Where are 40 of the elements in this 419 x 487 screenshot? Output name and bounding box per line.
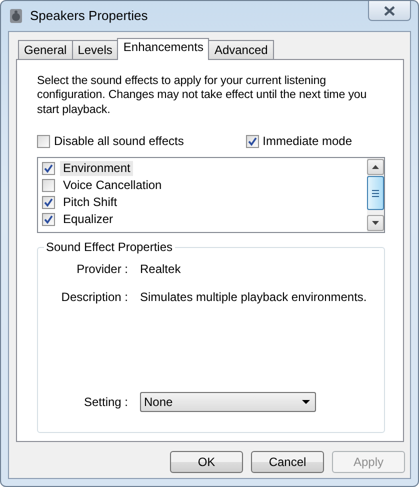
tab[interactable]: General bbox=[18, 40, 73, 59]
tab[interactable]: Advanced bbox=[208, 40, 274, 59]
checkbox[interactable] bbox=[42, 162, 55, 176]
effects-list[interactable]: Environment Voice Cancellation Pitch Shift Equalizer bbox=[37, 157, 385, 234]
down-arrow-icon bbox=[372, 221, 379, 226]
list-item[interactable]: Equalizer bbox=[60, 212, 116, 228]
checkbox[interactable] bbox=[42, 213, 55, 226]
checkbox[interactable] bbox=[42, 196, 55, 210]
checkbox[interactable] bbox=[42, 179, 55, 192]
close-button[interactable] bbox=[368, 1, 411, 21]
dropdown-arrow-icon bbox=[302, 400, 310, 404]
tab[interactable]: Levels bbox=[72, 40, 118, 59]
window-title: Speakers Properties bbox=[30, 8, 148, 24]
close-icon bbox=[384, 6, 395, 16]
checkbox[interactable] bbox=[37, 135, 50, 148]
dialog-button[interactable]: OK bbox=[170, 451, 243, 473]
list-item[interactable]: Pitch Shift bbox=[60, 195, 120, 210]
checkbox[interactable] bbox=[246, 135, 259, 148]
dropdown-value: None bbox=[144, 394, 173, 410]
grip-icon bbox=[372, 190, 379, 197]
scrollbar[interactable] bbox=[367, 158, 384, 232]
speaker-icon bbox=[8, 8, 24, 24]
list-item[interactable]: Environment bbox=[60, 161, 134, 176]
checkbox-label[interactable]: Immediate mode bbox=[262, 134, 352, 150]
dialog-button[interactable]: Cancel bbox=[251, 451, 324, 473]
up-arrow-icon bbox=[372, 165, 379, 170]
scroll-thumb[interactable] bbox=[367, 176, 384, 210]
checkbox-label[interactable]: Disable all sound effects bbox=[54, 134, 184, 150]
list-item[interactable]: Voice Cancellation bbox=[60, 178, 165, 194]
tab[interactable]: Enhancements bbox=[117, 38, 210, 60]
field-value: Realtek bbox=[140, 262, 181, 278]
scroll-up-button[interactable] bbox=[367, 159, 384, 176]
field-label: Setting : bbox=[82, 394, 129, 410]
instructions-text: Select the sound effects to apply for your current listening configuration. Changes may not take effect until the next time you start playback. bbox=[37, 74, 368, 118]
field-value: Simulates multiple playback environments. bbox=[140, 290, 367, 306]
group-title: Sound Effect Properties bbox=[44, 240, 175, 256]
scroll-down-button[interactable] bbox=[367, 215, 384, 232]
field-label: Description : bbox=[60, 290, 129, 306]
field-label: Provider : bbox=[76, 262, 129, 278]
setting-dropdown[interactable]: None bbox=[140, 392, 316, 412]
